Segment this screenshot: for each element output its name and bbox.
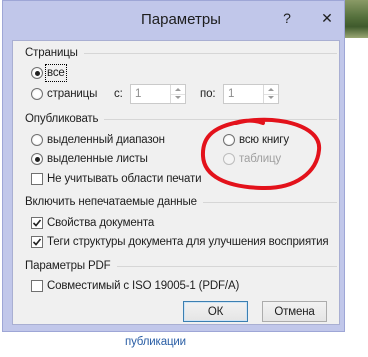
section-heading-non-printing: Включить непечатаемые данные bbox=[25, 196, 197, 208]
to-page-spinner[interactable]: 1 bbox=[223, 84, 279, 104]
background-photo bbox=[345, 0, 368, 38]
radio-row-page-range[interactable]: страницы bbox=[31, 87, 97, 101]
from-spin-buttons bbox=[170, 85, 185, 103]
radio-all-pages[interactable] bbox=[31, 67, 43, 79]
checkbox-row-ignore-print-areas[interactable]: Не учитывать области печати bbox=[31, 172, 202, 186]
radio-selected-sheets[interactable] bbox=[31, 153, 43, 165]
radio-row-selection[interactable]: выделенный диапазон bbox=[31, 133, 165, 147]
radio-row-all-pages[interactable]: все bbox=[31, 64, 67, 82]
section-divider bbox=[202, 201, 337, 203]
checkmark-icon bbox=[32, 219, 42, 227]
radio-table bbox=[223, 153, 235, 165]
section-non-printing: Включить непечатаемые данные bbox=[25, 195, 337, 209]
radio-row-entire-workbook[interactable]: всю книгу bbox=[223, 133, 289, 147]
label-ignore-print-areas: Не учитывать области печати bbox=[47, 173, 202, 185]
dialog-body: Страницы все страницы с: 1 по: 1 Опублик… bbox=[12, 40, 340, 325]
label-table: таблицу bbox=[239, 153, 282, 165]
to-page-input[interactable]: 1 bbox=[228, 87, 234, 101]
section-heading-pages: Страницы bbox=[25, 47, 78, 59]
radio-dot bbox=[34, 156, 40, 162]
checkmark-icon bbox=[32, 238, 42, 246]
radio-row-selected-sheets[interactable]: выделенные листы bbox=[31, 152, 148, 166]
section-divider bbox=[83, 52, 337, 54]
section-heading-publish: Опубликовать bbox=[25, 113, 99, 125]
checkbox-document-properties[interactable] bbox=[31, 217, 43, 229]
from-page-input[interactable]: 1 bbox=[135, 87, 141, 101]
radio-entire-workbook[interactable] bbox=[223, 134, 235, 146]
checkbox-structure-tags[interactable] bbox=[31, 236, 43, 248]
section-pdf-options: Параметры PDF bbox=[25, 259, 337, 273]
close-button[interactable]: ✕ bbox=[318, 9, 336, 27]
spin-down-icon[interactable] bbox=[171, 94, 185, 103]
label-selection: выделенный диапазон bbox=[47, 134, 165, 146]
checkbox-pdfa[interactable] bbox=[31, 280, 43, 292]
cancel-button[interactable]: Отмена bbox=[262, 301, 327, 322]
section-pages: Страницы bbox=[25, 46, 337, 60]
radio-page-range[interactable] bbox=[31, 88, 43, 100]
to-label: по: bbox=[200, 88, 216, 100]
checkbox-row-structure-tags[interactable]: Теги структуры документа для улучшения в… bbox=[31, 235, 329, 249]
to-spin-buttons bbox=[263, 85, 278, 103]
dialog-title: Параметры bbox=[141, 11, 221, 28]
label-document-properties: Свойства документа bbox=[47, 217, 155, 229]
ok-button[interactable]: ОК bbox=[183, 301, 248, 322]
radio-selection[interactable] bbox=[31, 134, 43, 146]
section-publish: Опубликовать bbox=[25, 112, 337, 126]
help-button[interactable]: ? bbox=[280, 9, 294, 27]
section-divider bbox=[116, 265, 337, 267]
label-all-pages: все bbox=[45, 64, 67, 82]
from-page-spinner[interactable]: 1 bbox=[130, 84, 186, 104]
label-pdfa: Совместимый с ISO 19005-1 (PDF/A) bbox=[47, 280, 240, 292]
section-divider bbox=[104, 118, 337, 120]
close-icon: ✕ bbox=[321, 10, 333, 26]
label-structure-tags: Теги структуры документа для улучшения в… bbox=[47, 236, 329, 248]
label-page-range: страницы bbox=[47, 88, 98, 100]
radio-dot bbox=[34, 70, 40, 76]
options-dialog: Параметры ? ✕ Страницы все страницы с: 1 bbox=[2, 0, 345, 332]
checkbox-row-pdfa[interactable]: Совместимый с ISO 19005-1 (PDF/A) bbox=[31, 279, 239, 293]
spin-down-icon[interactable] bbox=[264, 94, 278, 103]
radio-row-table: таблицу bbox=[223, 152, 281, 166]
label-entire-workbook: всю книгу bbox=[239, 134, 289, 146]
section-heading-pdf-options: Параметры PDF bbox=[25, 260, 111, 272]
label-selected-sheets: выделенные листы bbox=[47, 153, 148, 165]
from-label: с: bbox=[114, 88, 123, 100]
checkbox-ignore-print-areas[interactable] bbox=[31, 173, 43, 185]
checkbox-row-document-properties[interactable]: Свойства документа bbox=[31, 216, 154, 230]
background-link-publications[interactable]: публикации bbox=[125, 335, 186, 349]
help-icon: ? bbox=[283, 10, 291, 26]
